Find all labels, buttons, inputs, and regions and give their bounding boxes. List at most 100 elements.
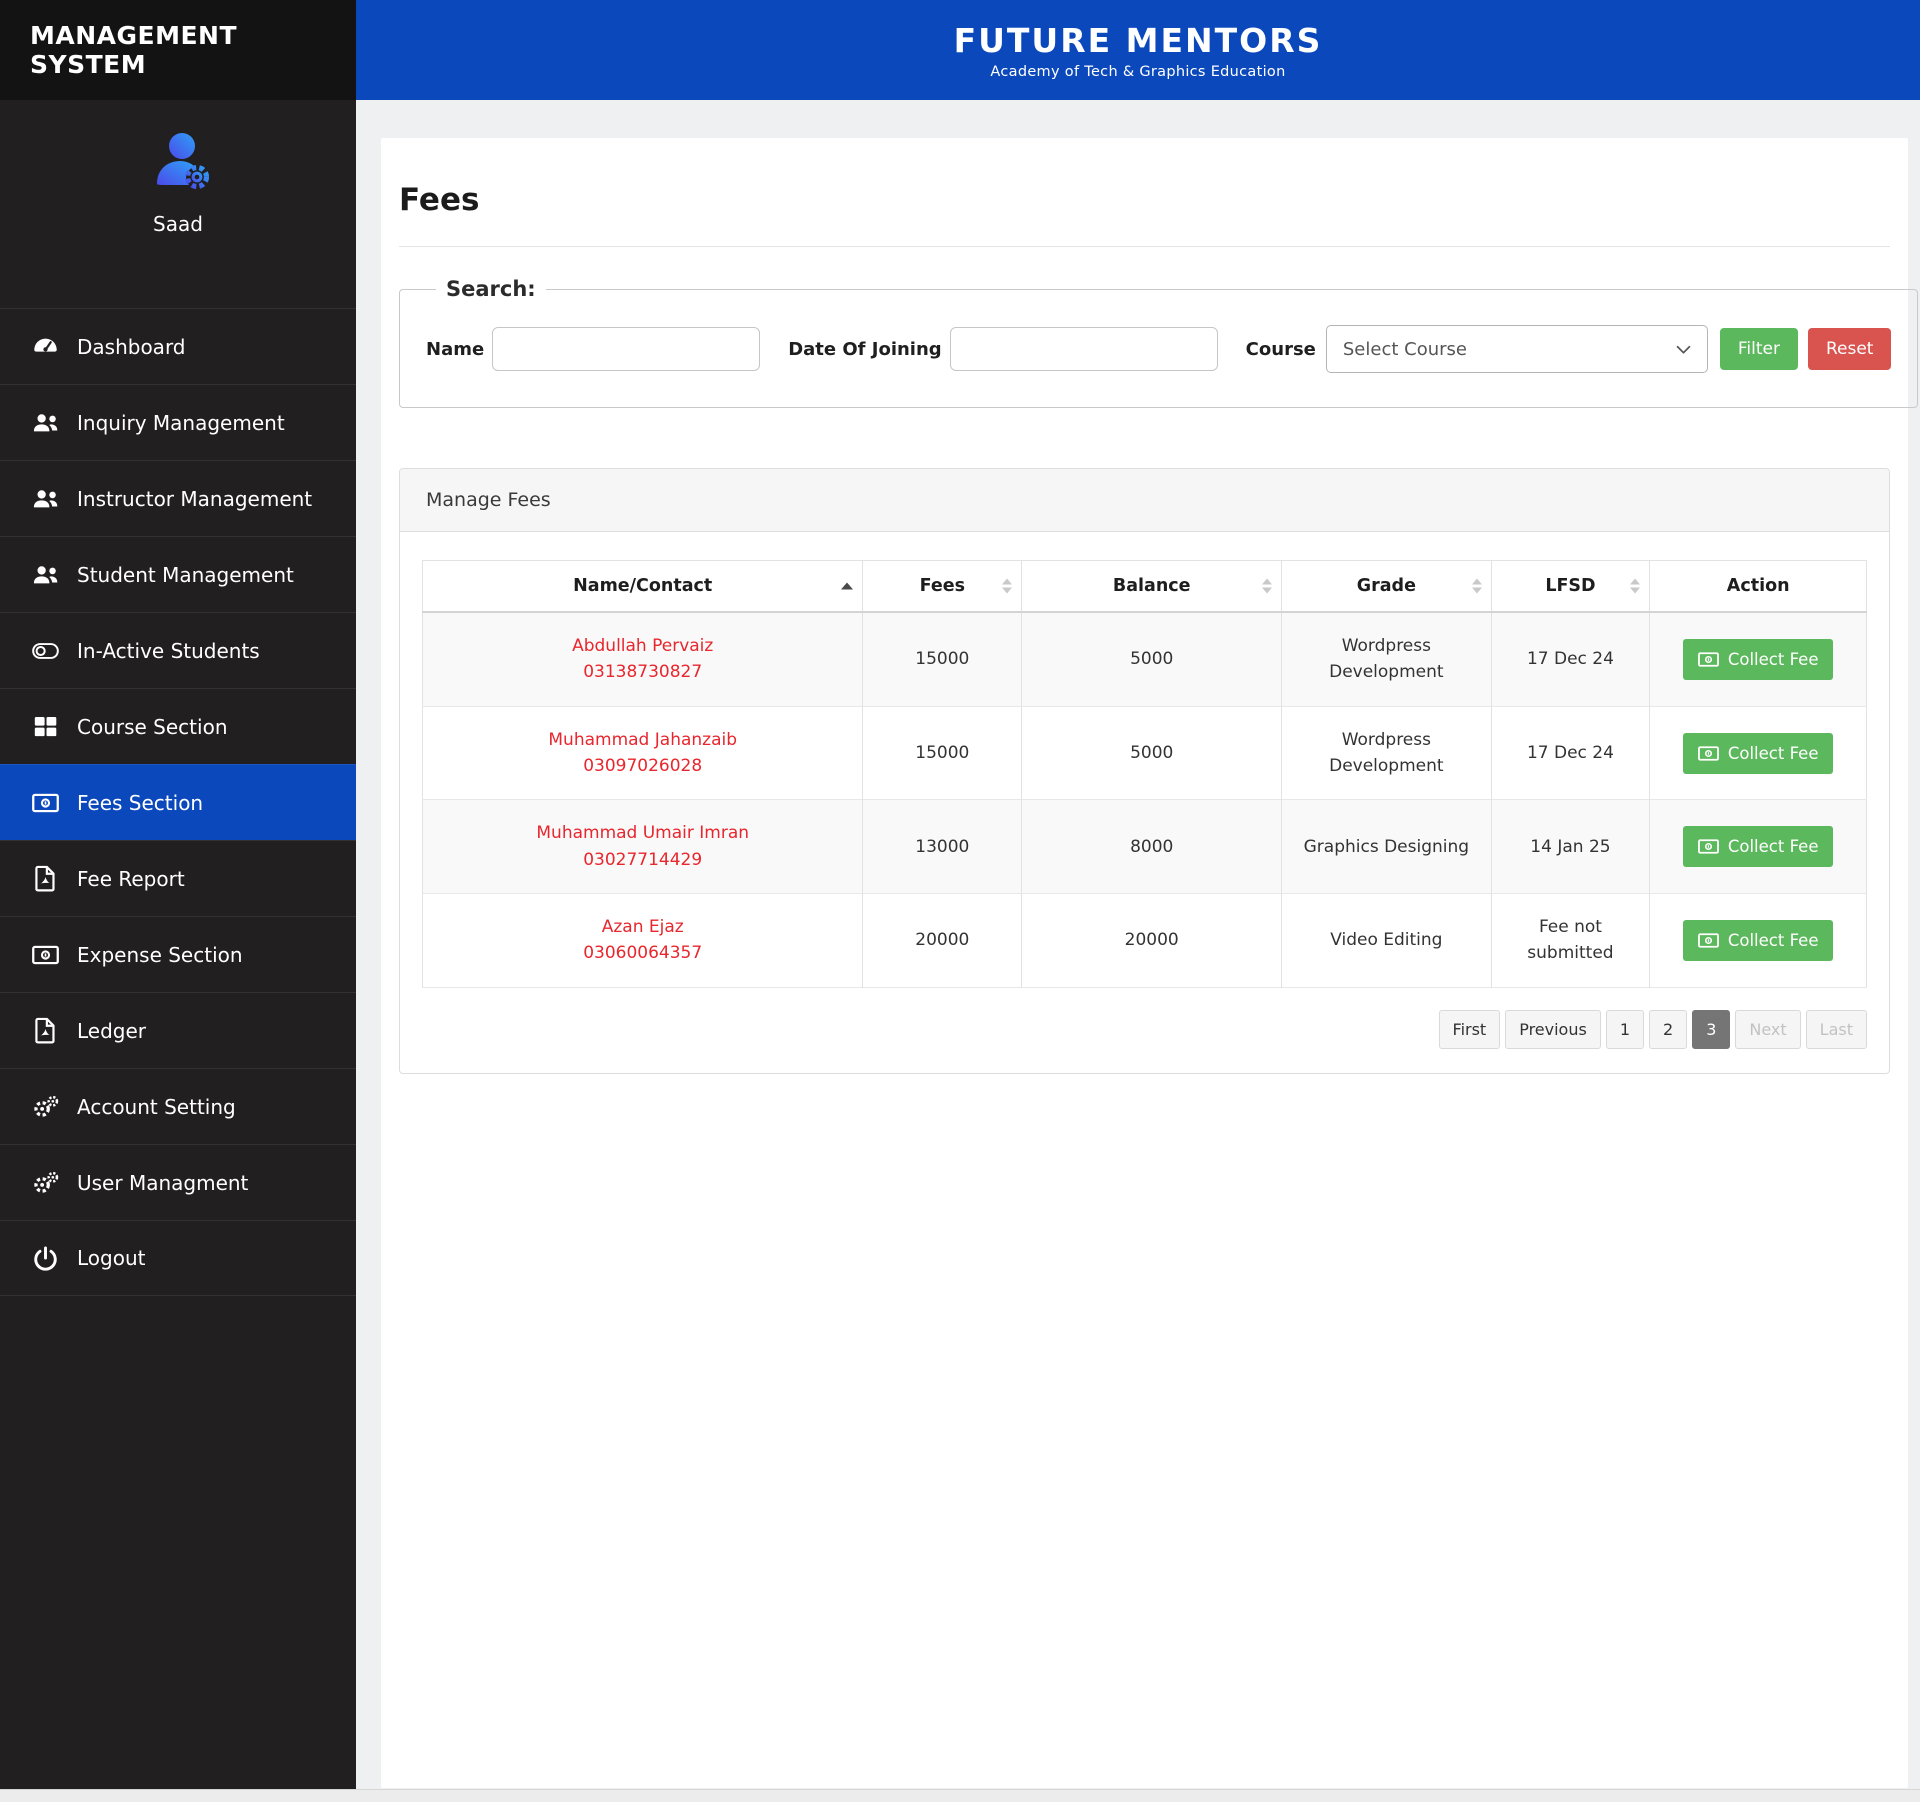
sidebar-item-logout[interactable]: Logout: [0, 1220, 356, 1296]
name-label: Name: [426, 338, 485, 360]
collect-fee-button[interactable]: Collect Fee: [1682, 919, 1834, 961]
column-header-action: Action: [1649, 560, 1867, 613]
student-name-link[interactable]: Muhammad Jahanzaib 03097026028: [548, 730, 737, 776]
pagination-page-1-button[interactable]: 1: [1605, 1009, 1645, 1049]
fees-table: Name/Contact Fees Balance Grade LFSD Act…: [422, 560, 1867, 988]
sidebar-item-label: Fee Report: [77, 866, 185, 891]
column-header-name-contact[interactable]: Name/Contact: [422, 560, 863, 613]
sidebar-item-label: Expense Section: [77, 942, 243, 967]
brand-tagline: Academy of Tech & Graphics Education: [990, 63, 1286, 80]
filter-button[interactable]: Filter: [1719, 328, 1798, 370]
sidebar-item-fee-report[interactable]: Fee Report: [0, 840, 356, 916]
pagination-last-button: Last: [1805, 1009, 1867, 1049]
fees-cell: 15000: [862, 706, 1022, 800]
sidebar-item-student-management[interactable]: Student Management: [0, 536, 356, 612]
column-header-balance[interactable]: Balance: [1021, 560, 1282, 613]
pdf-file-icon: [30, 1016, 60, 1046]
fees-cell: 13000: [862, 799, 1022, 894]
grade-cell: Wordpress Development: [1281, 612, 1492, 707]
money-bill-icon: [30, 940, 60, 970]
grade-cell: Graphics Designing: [1281, 799, 1492, 894]
lfsd-cell: Fee not submitted: [1490, 893, 1650, 988]
collect-fee-button[interactable]: Collect Fee: [1682, 638, 1834, 680]
sort-icon: [1002, 578, 1013, 594]
sidebar-item-label: Fees Section: [77, 790, 204, 815]
sidebar-item-course-section[interactable]: Course Section: [0, 688, 356, 764]
student-name-link[interactable]: Abdullah Pervaiz 03138730827: [572, 636, 713, 682]
balance-cell: 5000: [1021, 612, 1282, 707]
date-of-joining-input[interactable]: [949, 327, 1218, 371]
sidebar-item-ledger[interactable]: Ledger: [0, 992, 356, 1068]
manage-fees-title: Manage Fees: [400, 469, 1889, 532]
student-name-link[interactable]: Azan Ejaz 03060064357: [583, 917, 702, 963]
page-title: Fees: [399, 182, 480, 218]
table-row: Abdullah Pervaiz 03138730827 15000 5000 …: [422, 612, 1867, 707]
manage-fees-body: Name/Contact Fees Balance Grade LFSD Act…: [400, 532, 1889, 1073]
lfsd-cell: 14 Jan 25: [1490, 799, 1650, 894]
sidebar-item-label: Student Management: [77, 562, 294, 587]
pagination-first-button[interactable]: First: [1438, 1009, 1501, 1049]
user-avatar-icon: [142, 126, 214, 198]
name-contact-cell: Muhammad Jahanzaib 03097026028: [423, 706, 863, 800]
users-icon: [30, 408, 60, 438]
search-legend: Search:: [446, 277, 536, 301]
sidebar-item-account-setting[interactable]: Account Setting: [0, 1068, 356, 1144]
grade-cell: Wordpress Development: [1281, 706, 1492, 800]
sidebar-item-dashboard[interactable]: Dashboard: [0, 308, 356, 384]
sidebar-item-inquiry-management[interactable]: Inquiry Management: [0, 384, 356, 460]
balance-cell: 20000: [1021, 893, 1282, 988]
sort-icon: [1630, 578, 1641, 594]
sidebar-item-user-management[interactable]: User Managment: [0, 1144, 356, 1220]
cogs-icon: [30, 1092, 60, 1122]
top-header: FUTURE MENTORS Academy of Tech & Graphic…: [356, 0, 1920, 100]
column-header-fees[interactable]: Fees: [862, 560, 1022, 613]
sidebar-item-label: Logout: [77, 1246, 146, 1270]
money-bill-icon: [1698, 839, 1719, 854]
sidebar-item-label: Course Section: [77, 714, 228, 739]
toggle-off-icon: [30, 636, 60, 666]
money-bill-icon: [1698, 746, 1719, 761]
name-contact-cell: Azan Ejaz 03060064357: [423, 894, 863, 988]
lfsd-cell: 17 Dec 24: [1490, 706, 1650, 800]
action-cell: Collect Fee: [1649, 612, 1867, 707]
horizontal-scrollbar[interactable]: [0, 1789, 1920, 1802]
pagination-next-button: Next: [1735, 1009, 1801, 1049]
balance-cell: 5000: [1021, 706, 1282, 800]
main-content: Fees Search: Name Date Of Joining Course…: [356, 100, 1920, 1802]
sidebar-item-label: Account Setting: [77, 1094, 236, 1119]
app-title: MANAGEMENT SYSTEM: [30, 21, 238, 79]
sidebar: MANAGEMENT SYSTEM Saad Dashboard Inquiry…: [0, 0, 356, 1802]
money-bill-icon: [30, 788, 60, 818]
dashboard-icon: [30, 332, 60, 362]
reset-button[interactable]: Reset: [1807, 328, 1892, 370]
column-header-grade[interactable]: Grade: [1281, 560, 1492, 613]
sidebar-nav: Dashboard Inquiry Management Instructor …: [0, 308, 356, 1296]
pagination-page-2-button[interactable]: 2: [1649, 1009, 1688, 1049]
sidebar-item-inactive-students[interactable]: In-Active Students: [0, 612, 356, 688]
balance-cell: 8000: [1021, 799, 1282, 894]
grid-icon: [30, 712, 60, 742]
sidebar-item-instructor-management[interactable]: Instructor Management: [0, 460, 356, 536]
sidebar-item-label: In-Active Students: [77, 638, 260, 663]
student-name-link[interactable]: Muhammad Umair Imran 03027714429: [536, 823, 749, 869]
course-select[interactable]: Select Course: [1325, 325, 1708, 373]
sidebar-item-label: Dashboard: [77, 334, 186, 359]
user-name: Saad: [153, 212, 203, 236]
title-divider: [399, 246, 1890, 247]
collect-fee-button[interactable]: Collect Fee: [1682, 732, 1834, 774]
sidebar-item-label: User Managment: [77, 1170, 249, 1195]
pagination-page-3-button[interactable]: 3: [1692, 1009, 1731, 1049]
sidebar-item-fees-section[interactable]: Fees Section: [0, 764, 356, 840]
pagination: First Previous 1 2 3 Next Last: [422, 1009, 1867, 1049]
sidebar-item-expense-section[interactable]: Expense Section: [0, 916, 356, 992]
date-of-joining-label: Date Of Joining: [788, 338, 942, 360]
collect-fee-button[interactable]: Collect Fee: [1682, 826, 1834, 868]
sort-ascending-icon: [841, 582, 854, 590]
column-header-lfsd[interactable]: LFSD: [1490, 560, 1650, 613]
name-input[interactable]: [492, 327, 761, 371]
content-card: Fees Search: Name Date Of Joining Course…: [381, 138, 1919, 1788]
pagination-previous-button[interactable]: Previous: [1505, 1009, 1601, 1049]
name-contact-cell: Muhammad Umair Imran 03027714429: [423, 800, 863, 894]
money-bill-icon: [1698, 933, 1719, 948]
name-contact-cell: Abdullah Pervaiz 03138730827: [423, 612, 863, 706]
